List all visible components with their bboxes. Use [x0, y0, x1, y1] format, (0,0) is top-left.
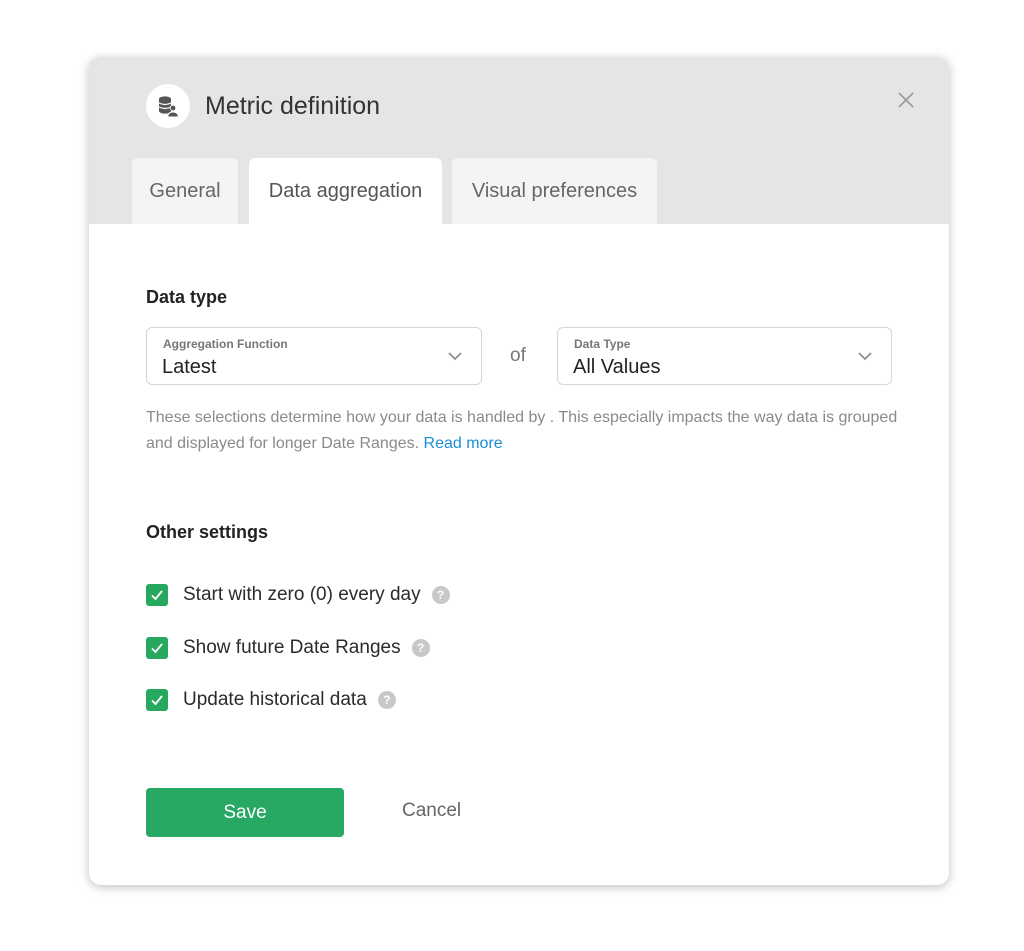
tab-label: General	[149, 179, 221, 202]
checkbox[interactable]	[146, 637, 168, 659]
tab-label: Visual preferences	[471, 179, 638, 202]
select-label: Aggregation Function	[163, 337, 288, 351]
checkbox-label[interactable]: Update historical data	[183, 689, 367, 711]
question-icon[interactable]: ?	[411, 639, 430, 657]
tab-general[interactable]: General	[132, 158, 238, 224]
question-icon[interactable]: ?	[431, 586, 450, 604]
checkbox-label[interactable]: Show future Date Ranges	[183, 637, 401, 659]
of-label: of	[510, 345, 526, 366]
dialog-title: Metric definition	[205, 92, 381, 120]
question-icon[interactable]: ?	[377, 691, 396, 709]
checkmark-icon	[151, 643, 163, 654]
option-show-future-date-ranges: Show future Date Ranges ?	[146, 636, 430, 660]
checkmark-icon	[151, 590, 163, 601]
checkbox[interactable]	[146, 689, 168, 711]
data-type-heading: Data type	[146, 287, 228, 307]
checkbox-label[interactable]: Start with zero (0) every day	[183, 584, 421, 606]
cancel-button[interactable]: Cancel	[402, 800, 461, 822]
select-label: Data Type	[574, 337, 631, 351]
option-update-historical-data: Update historical data ?	[146, 688, 396, 712]
select-value: Latest	[162, 356, 217, 378]
tab-label: Data aggregation	[268, 179, 423, 202]
select-value: All Values	[573, 356, 661, 378]
database-user-icon	[146, 84, 190, 128]
option-start-with-zero: Start with zero (0) every day ?	[146, 583, 450, 607]
metric-definition-dialog: Metric definition General Data aggregati…	[89, 57, 949, 885]
tab-visual-preferences[interactable]: Visual preferences	[452, 158, 657, 224]
help-text: These selections determine how your data…	[146, 409, 898, 452]
data-type-help-text: These selections determine how your data…	[146, 405, 906, 457]
read-more-link[interactable]: Read more	[424, 435, 503, 452]
data-type-select[interactable]: Data Type All Values	[557, 327, 892, 385]
close-icon[interactable]	[895, 89, 917, 111]
chevron-down-icon	[448, 352, 462, 361]
chevron-down-icon	[858, 352, 872, 361]
checkmark-icon	[151, 695, 163, 706]
other-settings-heading: Other settings	[146, 522, 269, 542]
tab-data-aggregation[interactable]: Data aggregation	[249, 158, 442, 224]
dialog-header: Metric definition General Data aggregati…	[89, 57, 949, 224]
aggregation-function-select[interactable]: Aggregation Function Latest	[146, 327, 482, 385]
checkbox[interactable]	[146, 584, 168, 606]
save-button[interactable]: Save	[146, 788, 344, 837]
